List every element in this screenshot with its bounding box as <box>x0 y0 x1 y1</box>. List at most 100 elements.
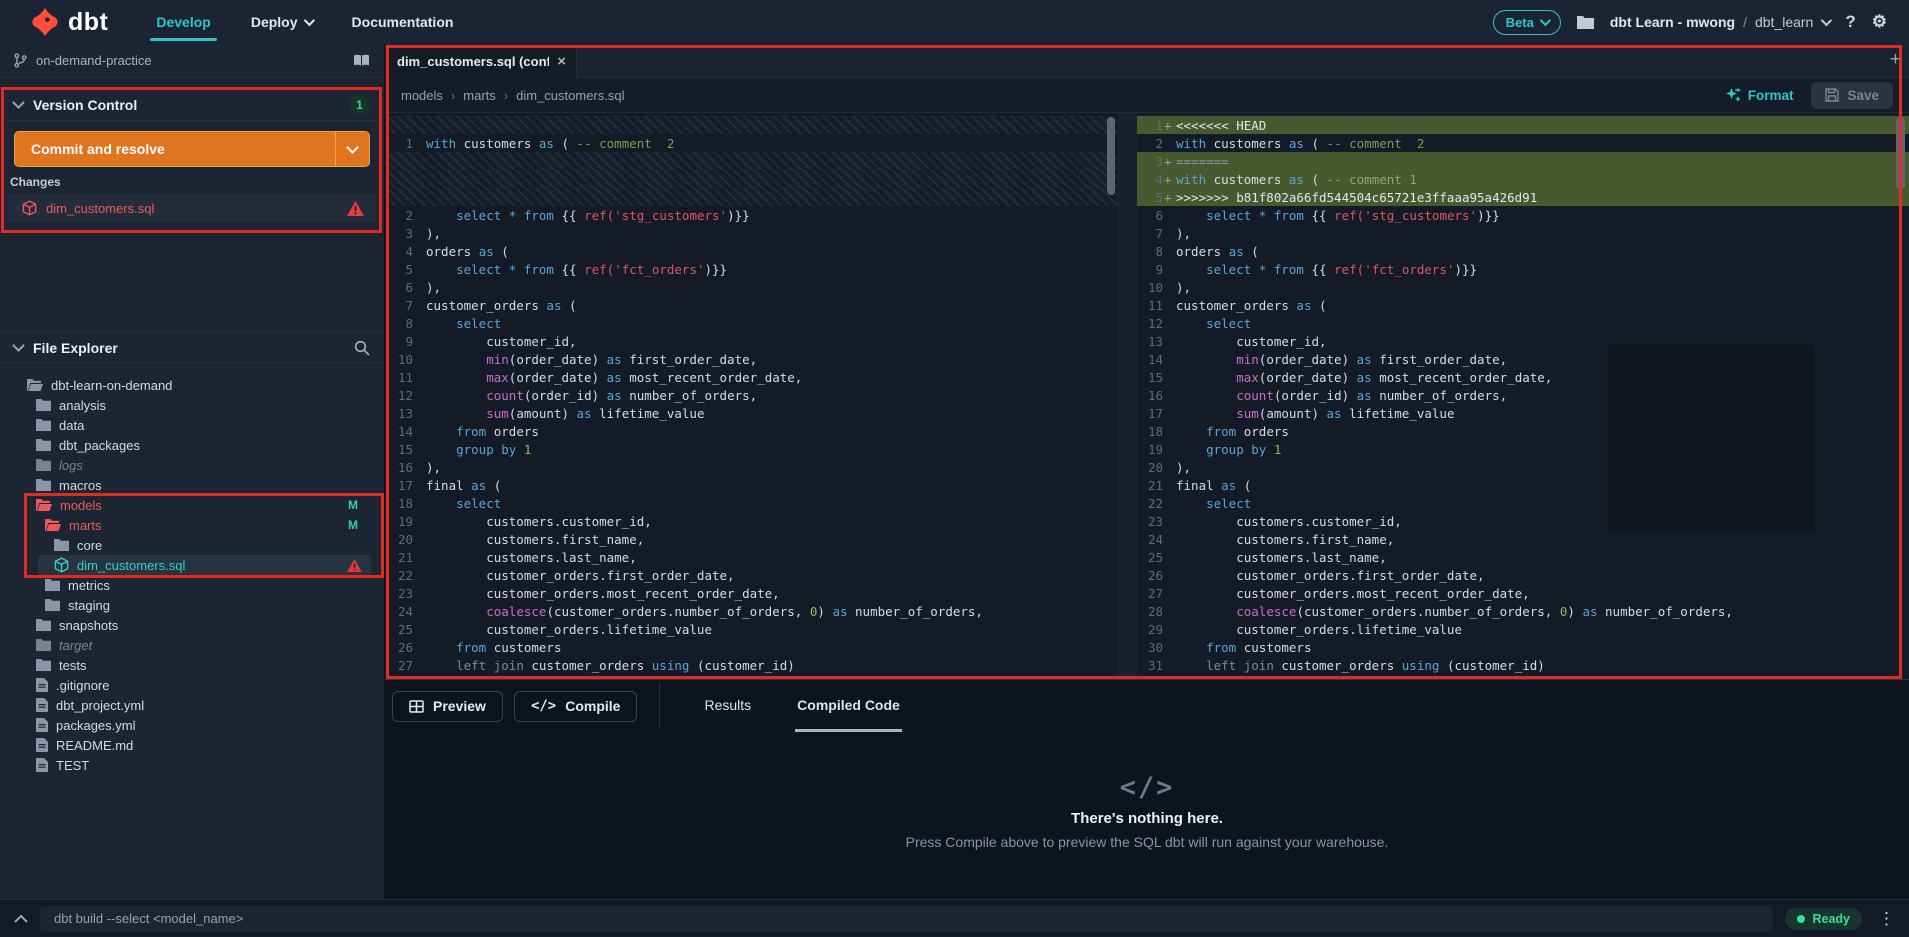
commit-and-resolve-button[interactable]: Commit and resolve <box>14 131 370 167</box>
format-button[interactable]: Format <box>1725 87 1793 103</box>
code-line: 27 customer_orders.most_recent_order_dat… <box>1147 585 1530 601</box>
preview-button[interactable]: Preview <box>392 690 503 722</box>
tab-compiled-code[interactable]: Compiled Code <box>795 680 902 732</box>
code-line: 10 min(order_date) as first_order_date, <box>397 351 758 367</box>
tab-dim-customers[interactable]: dim_customers.sql (confli... × <box>387 45 577 78</box>
tree-item-macros[interactable]: macros <box>0 475 384 495</box>
file-icon <box>36 758 48 772</box>
diff-editor[interactable]: 1 with customers as ( -- comment 2 2 selec… <box>385 113 1909 679</box>
tree-item-marts[interactable]: marts M <box>0 515 384 535</box>
tree-item-staging[interactable]: staging <box>0 595 384 615</box>
tree-item-label: dbt-learn-on-demand <box>51 377 173 393</box>
tree-item-tests[interactable]: tests <box>0 655 384 675</box>
changed-file-row[interactable]: dim_customers.sql <box>8 194 376 222</box>
save-button[interactable]: Save <box>1811 81 1893 109</box>
main-nav: Develop Deploy Documentation <box>150 0 454 44</box>
breadcrumb-separator: › <box>503 87 509 103</box>
file-icon <box>36 678 48 692</box>
code-line: 24 coalesce(customer_orders.number_of_or… <box>397 603 983 619</box>
code-line: 16), <box>397 459 442 475</box>
tree-item-dbt-project-yml[interactable]: dbt_project.yml <box>0 695 384 715</box>
file-tree: dbt-learn-on-demand analysis data dbt_packa… <box>0 375 384 775</box>
help-icon[interactable]: ? <box>1845 12 1855 32</box>
code-line: 5 + >>>>>>> b81f802a66fd544504c65721e3ffaa… <box>1137 188 1909 206</box>
compile-button[interactable]: </> Compile <box>513 690 638 722</box>
tree-item--gitignore[interactable]: .gitignore <box>0 675 384 695</box>
new-tab-icon[interactable]: + <box>1890 50 1901 70</box>
left-scrollbar-thumb[interactable] <box>1107 117 1115 195</box>
breadcrumb: models › marts › dim_customers.sql Forma… <box>385 78 1909 113</box>
gear-icon[interactable]: ⚙ <box>1872 12 1887 32</box>
chevron-up-icon[interactable] <box>14 914 28 923</box>
top-navbar: dbt Develop Deploy Documentation Beta db… <box>0 0 1909 44</box>
tree-item-analysis[interactable]: analysis <box>0 395 384 415</box>
empty-state: </> There's nothing here. Press Compile … <box>385 772 1909 850</box>
dbt-cloud-ide: dbt Develop Deploy Documentation Beta db… <box>0 0 1909 937</box>
code-line: 2 with customers as ( -- comment 2 <box>1155 135 1425 151</box>
tree-item-label: packages.yml <box>56 717 136 733</box>
dbt-wordmark: dbt <box>68 7 109 36</box>
branch-row[interactable]: on-demand-practice <box>0 44 384 78</box>
preview-label: Preview <box>433 698 486 714</box>
code-line: 30 from customers <box>1147 639 1312 655</box>
nav-deploy[interactable]: Deploy <box>251 0 315 44</box>
tree-item-dbt-learn-on-demand[interactable]: dbt-learn-on-demand <box>0 375 384 395</box>
code-line: 10), <box>1147 279 1192 295</box>
tree-item-data[interactable]: data <box>0 415 384 435</box>
version-control-header[interactable]: Version Control 1 <box>0 88 384 121</box>
command-text: dbt build --select <model_name> <box>54 911 244 926</box>
tree-item-dim-customers-sql[interactable]: dim_customers.sql <box>0 555 384 575</box>
folder-icon <box>36 639 51 651</box>
commit-button-caret[interactable] <box>335 132 369 166</box>
tree-item-metrics[interactable]: metrics <box>0 575 384 595</box>
code-line: 11 customer_orders as ( <box>1147 297 1327 313</box>
environment-name: dbt_learn <box>1754 14 1814 30</box>
editor-area: dim_customers.sql (confli... × + models … <box>385 44 1909 679</box>
code-line: 6 select * from {{ ref('stg_customers')}… <box>1155 207 1500 223</box>
code-line: 15 group by 1 <box>397 441 532 457</box>
tab-results[interactable]: Results <box>702 680 753 732</box>
tree-item-test[interactable]: TEST <box>0 755 384 775</box>
kebab-menu-icon[interactable]: ⋮ <box>1878 909 1895 929</box>
breadcrumb-file[interactable]: dim_customers.sql <box>516 88 624 103</box>
breadcrumb-models[interactable]: models <box>401 88 443 103</box>
nav-documentation[interactable]: Documentation <box>352 0 454 44</box>
folder-icon <box>45 599 60 611</box>
file-explorer-header[interactable]: File Explorer <box>0 332 384 363</box>
tree-item-packages-yml[interactable]: packages.yml <box>0 715 384 735</box>
dbt-logo[interactable]: dbt <box>30 7 108 37</box>
tree-item-snapshots[interactable]: snapshots <box>0 615 384 635</box>
nav-develop[interactable]: Develop <box>150 0 218 44</box>
tree-item-models[interactable]: models M <box>0 495 384 515</box>
code-line: 18 select <box>397 495 502 511</box>
file-icon <box>36 698 48 712</box>
tree-item-target[interactable]: target <box>0 635 384 655</box>
project-selector[interactable]: dbt Learn - mwong / dbt_learn <box>1610 14 1833 30</box>
compile-label: Compile <box>565 698 621 714</box>
code-line: 3 + ======= <box>1137 152 1909 170</box>
code-line: 22 customer_orders.first_order_date, <box>397 567 735 583</box>
close-icon[interactable]: × <box>557 53 566 70</box>
tree-item-readme-md[interactable]: README.md <box>0 735 384 755</box>
tree-item-core[interactable]: core <box>0 535 384 555</box>
breadcrumb-marts[interactable]: marts <box>463 88 496 103</box>
code-line: 1 + <<<<<<< HEAD <box>1137 116 1909 134</box>
folder-icon <box>36 479 51 491</box>
folder-icon <box>36 459 51 471</box>
search-icon[interactable] <box>354 340 370 356</box>
command-input[interactable]: dbt build --select <model_name> <box>40 905 1774 932</box>
beta-badge[interactable]: Beta <box>1492 9 1561 35</box>
code-line: 13 sum(amount) as lifetime_value <box>397 405 705 421</box>
bottom-toolbar: Preview </> Compile Results Compiled Cod… <box>385 680 1909 732</box>
toolbar-divider <box>659 683 661 729</box>
code-line: 9 customer_id, <box>405 333 577 349</box>
bottom-panel: Preview </> Compile Results Compiled Cod… <box>385 679 1909 899</box>
tree-item-dbt-packages[interactable]: dbt_packages <box>0 435 384 455</box>
empty-state-subtitle: Press Compile above to preview the SQL d… <box>905 834 1389 850</box>
tree-item-logs[interactable]: logs <box>0 455 384 475</box>
book-icon[interactable] <box>353 54 370 67</box>
right-scrollbar-thumb[interactable] <box>1896 117 1905 189</box>
diff-pane-original[interactable]: 1 with customers as ( -- comment 2 2 selec… <box>387 113 1118 679</box>
code-line: 28 coalesce(customer_orders.number_of_or… <box>1147 603 1733 619</box>
code-line: 14 from orders <box>397 423 539 439</box>
